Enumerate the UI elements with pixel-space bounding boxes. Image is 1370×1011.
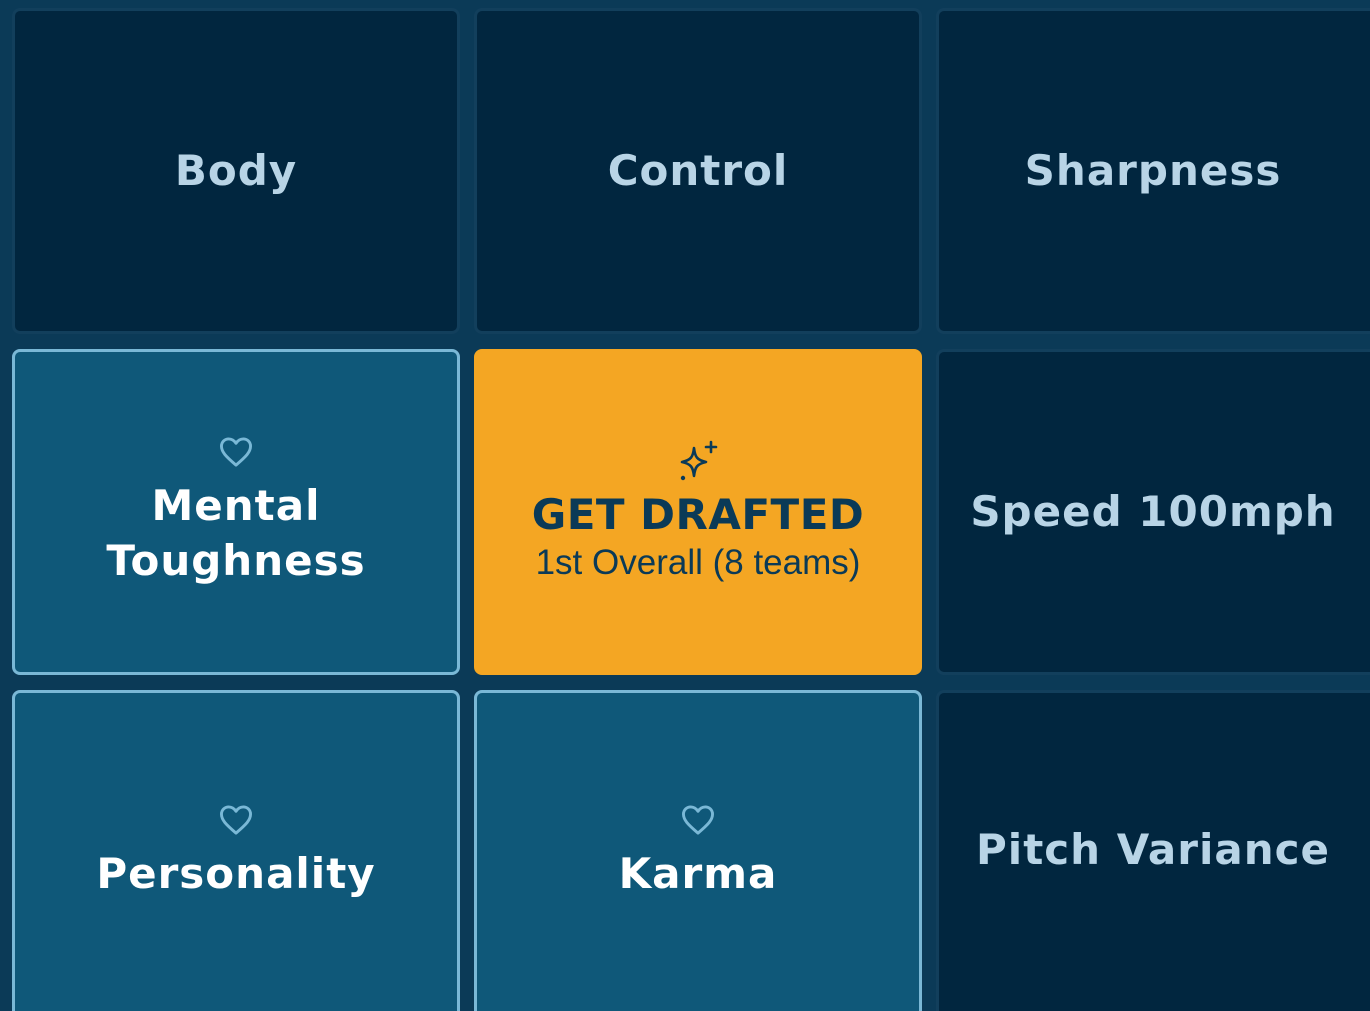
heart-icon — [219, 805, 252, 835]
center-title: GET DRAFTED — [531, 490, 865, 540]
cell-sharpness[interactable]: Sharpness — [936, 8, 1370, 334]
cell-mental-toughness[interactable]: Mental Toughness — [12, 349, 460, 675]
cell-center-goal[interactable]: GET DRAFTED 1st Overall (8 teams) — [474, 349, 922, 675]
cell-speed[interactable]: Speed 100mph — [936, 349, 1370, 675]
mandala-grid: Body Control Sharpness Mental Toughness … — [0, 0, 1370, 1011]
heart-icon — [681, 805, 714, 835]
cell-control[interactable]: Control — [474, 8, 922, 334]
cell-karma[interactable]: Karma — [474, 690, 922, 1011]
heart-icon — [219, 437, 252, 467]
cell-label: Personality — [96, 849, 376, 899]
cell-label: Speed 100mph — [970, 486, 1336, 536]
cell-personality[interactable]: Personality — [12, 690, 460, 1011]
sparkle-icon — [680, 440, 718, 481]
center-subtitle: 1st Overall (8 teams) — [535, 543, 861, 583]
cell-label: Karma — [618, 849, 778, 899]
cell-body[interactable]: Body — [12, 8, 460, 334]
cell-label-line2: Toughness — [106, 536, 366, 585]
cell-label: Pitch Variance — [976, 824, 1330, 874]
cell-label: Sharpness — [1024, 145, 1282, 195]
cell-label-line1: Mental — [151, 480, 321, 530]
cell-label: Body — [174, 145, 298, 195]
cell-pitch-variance[interactable]: Pitch Variance — [936, 690, 1370, 1011]
cell-label: Control — [607, 145, 789, 195]
